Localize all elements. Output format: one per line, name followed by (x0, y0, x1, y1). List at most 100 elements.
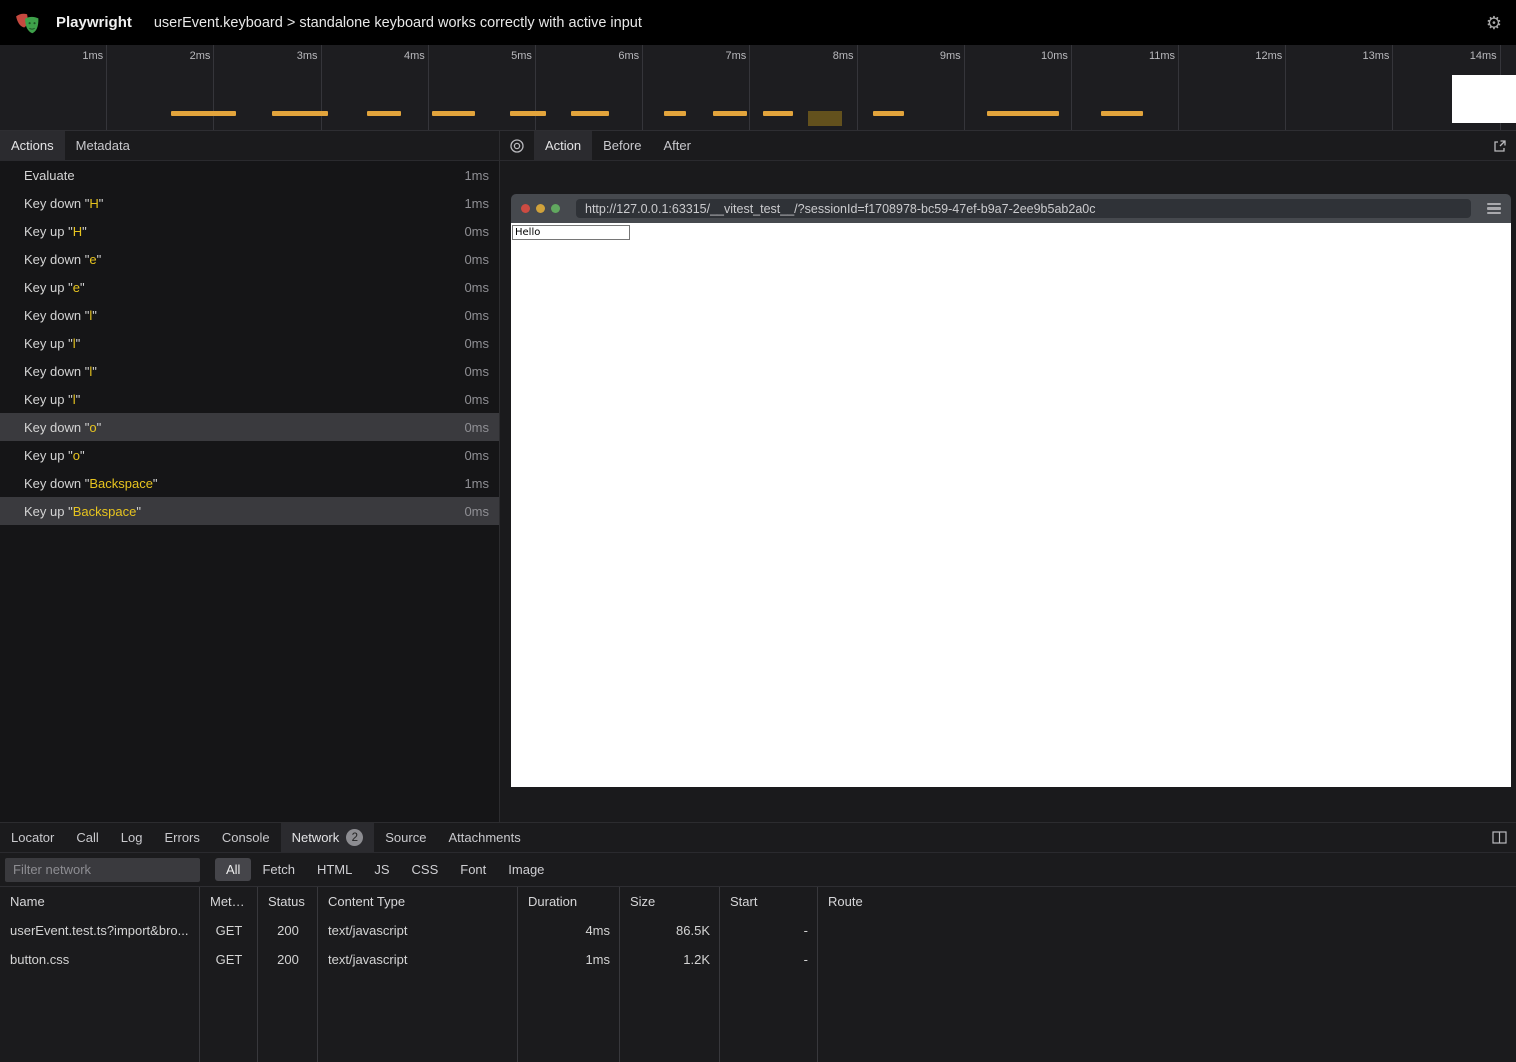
cell-type: text/javascript (318, 923, 518, 938)
network-request-row[interactable]: button.cssGET200text/javascript1ms1.2K- (0, 945, 1516, 974)
header: Playwright userEvent.keyboard > standalo… (0, 0, 1516, 45)
page-text-input[interactable] (512, 225, 630, 240)
timeline-tick-label: 8ms (833, 50, 854, 62)
network-request-row[interactable]: userEvent.test.ts?import&bro...GET200tex… (0, 916, 1516, 945)
tab-label: Action (545, 138, 581, 153)
cell-name: userEvent.test.ts?import&bro... (0, 923, 200, 938)
timeline-action-bar[interactable] (763, 111, 793, 116)
column-header-name[interactable]: Name (0, 894, 200, 909)
filter-chip-html[interactable]: HTML (306, 858, 363, 881)
column-header-start[interactable]: Start (720, 894, 818, 909)
action-row[interactable]: Key down "Backspace"1ms (0, 469, 499, 497)
timeline[interactable]: 1ms2ms3ms4ms5ms6ms7ms8ms9ms10ms11ms12ms1… (0, 45, 1516, 131)
tab-locator[interactable]: Locator (0, 823, 65, 852)
tab-action[interactable]: Action (534, 131, 592, 160)
timeline-action-bar[interactable] (873, 111, 904, 116)
tab-network[interactable]: Network2 (281, 823, 375, 852)
cell-status: 200 (258, 952, 318, 967)
tab-log[interactable]: Log (110, 823, 154, 852)
action-key-value: e (89, 252, 96, 267)
settings-gear-icon[interactable]: ⚙ (1486, 14, 1502, 32)
action-duration: 0ms (464, 392, 489, 407)
timeline-action-bar[interactable] (987, 111, 1059, 116)
action-duration: 0ms (464, 504, 489, 519)
toggle-columns-layout-icon[interactable] (1483, 823, 1516, 852)
filter-chip-font[interactable]: Font (449, 858, 497, 881)
network-table-header: NameMethodStatusContent TypeDurationSize… (0, 887, 1516, 916)
action-label: Key down (24, 364, 81, 379)
timeline-action-bar[interactable] (272, 111, 328, 116)
column-header-method[interactable]: Method (200, 894, 258, 909)
filter-chip-css[interactable]: CSS (401, 858, 450, 881)
filter-chip-js[interactable]: JS (363, 858, 400, 881)
timeline-tick-cell: 13ms (1286, 45, 1393, 130)
action-key-value: e (73, 280, 80, 295)
column-header-size[interactable]: Size (620, 894, 720, 909)
action-row[interactable]: Key up "l"0ms (0, 385, 499, 413)
timeline-action-bar[interactable] (713, 111, 747, 116)
timeline-action-bar[interactable] (571, 111, 609, 116)
action-row[interactable]: Evaluate1ms (0, 161, 499, 189)
timeline-filmstrip-thumbnail[interactable] (1452, 75, 1516, 123)
timeline-action-bar[interactable] (1101, 111, 1143, 116)
tab-metadata[interactable]: Metadata (65, 131, 141, 160)
tab-after[interactable]: After (652, 131, 701, 160)
timeline-tick-cell: 10ms (965, 45, 1072, 130)
action-key-value: o (89, 420, 96, 435)
cell-start: - (720, 923, 818, 938)
tab-label: Console (222, 830, 270, 845)
action-duration: 1ms (464, 476, 489, 491)
tab-label: Locator (11, 830, 54, 845)
network-filter-input[interactable] (5, 858, 200, 882)
timeline-action-bar[interactable] (171, 111, 236, 116)
tab-source[interactable]: Source (374, 823, 437, 852)
filter-chip-fetch[interactable]: Fetch (251, 858, 306, 881)
action-key-value: Backspace (89, 476, 153, 491)
filter-chip-image[interactable]: Image (497, 858, 555, 881)
timeline-action-bar[interactable] (367, 111, 401, 116)
action-row[interactable]: Key up "o"0ms (0, 441, 499, 469)
timeline-tick-cell: 12ms (1179, 45, 1286, 130)
tab-label: Errors (164, 830, 199, 845)
tab-attachments[interactable]: Attachments (437, 823, 531, 852)
menu-hamburger-icon[interactable] (1487, 203, 1501, 215)
column-header-route[interactable]: Route (818, 894, 1516, 909)
action-duration: 0ms (464, 448, 489, 463)
open-external-icon[interactable] (1484, 131, 1516, 160)
action-label: Key up (24, 280, 64, 295)
tab-call[interactable]: Call (65, 823, 109, 852)
action-row[interactable]: Key up "H"0ms (0, 217, 499, 245)
pick-locator-target-icon[interactable] (500, 131, 534, 160)
action-duration: 0ms (464, 364, 489, 379)
timeline-tick-label: 10ms (1041, 50, 1068, 62)
action-row[interactable]: Key up "Backspace"0ms (0, 497, 499, 525)
timeline-action-bar[interactable] (664, 111, 686, 116)
action-row[interactable]: Key up "l"0ms (0, 329, 499, 357)
action-row[interactable]: Key up "e"0ms (0, 273, 499, 301)
tab-errors[interactable]: Errors (153, 823, 210, 852)
tab-actions[interactable]: Actions (0, 131, 65, 160)
timeline-action-bar[interactable] (510, 111, 546, 116)
filter-chip-all[interactable]: All (215, 858, 251, 881)
tab-before[interactable]: Before (592, 131, 652, 160)
action-label: Evaluate (24, 168, 75, 183)
action-key-value: H (73, 224, 82, 239)
timeline-action-bar[interactable] (432, 111, 475, 116)
action-row[interactable]: Key down "H"1ms (0, 189, 499, 217)
action-row[interactable]: Key down "o"0ms (0, 413, 499, 441)
column-header-status[interactable]: Status (258, 894, 318, 909)
action-label: Key up (24, 336, 64, 351)
action-row[interactable]: Key down "l"0ms (0, 357, 499, 385)
column-header-content-type[interactable]: Content Type (318, 894, 518, 909)
app-title: Playwright (56, 14, 132, 31)
column-header-duration[interactable]: Duration (518, 894, 620, 909)
cell-size: 1.2K (620, 952, 720, 967)
action-duration: 0ms (464, 280, 489, 295)
tab-console[interactable]: Console (211, 823, 281, 852)
action-row[interactable]: Key down "e"0ms (0, 245, 499, 273)
network-filter-row: AllFetchHTMLJSCSSFontImage (0, 853, 1516, 887)
tab-label: Attachments (448, 830, 520, 845)
timeline-tick-cell: 7ms (643, 45, 750, 130)
action-row[interactable]: Key down "l"0ms (0, 301, 499, 329)
action-label: Key up (24, 504, 64, 519)
